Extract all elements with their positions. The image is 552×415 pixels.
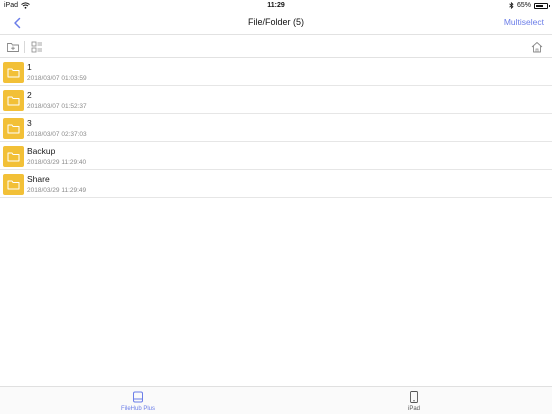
tablet-icon	[410, 391, 418, 403]
file-modified-date: 2018/03/07 01:03:59	[27, 75, 87, 82]
bluetooth-icon	[509, 2, 514, 9]
new-folder-icon[interactable]	[6, 40, 20, 54]
tab-label: FileHub Plus	[120, 406, 155, 412]
file-name: 2	[27, 90, 32, 100]
page-title: File/Folder (5)	[247, 17, 304, 27]
file-modified-date: 2018/03/07 02:37:03	[27, 131, 87, 138]
clock: 11:29	[267, 2, 285, 9]
file-modified-date: 2018/03/07 01:52:37	[27, 103, 87, 110]
file-row[interactable]: Backup 2018/03/29 11:29:40	[0, 142, 552, 170]
file-row[interactable]: 2 2018/03/07 01:52:37	[0, 86, 552, 114]
battery-fill	[536, 4, 543, 7]
folder-icon	[3, 118, 24, 139]
file-row[interactable]: 3 2018/03/07 02:37:03	[0, 114, 552, 142]
toolbar-divider	[24, 41, 25, 53]
tab-bar: FileHub Plus iPad	[0, 386, 552, 414]
folder-icon	[3, 174, 24, 195]
status-bar: iPad 11:29 65%	[0, 0, 552, 12]
home-icon[interactable]	[530, 40, 544, 54]
tab-label: iPad	[407, 406, 420, 412]
file-name: Share	[27, 174, 50, 184]
battery-icon	[534, 2, 550, 9]
file-row[interactable]: 1 2018/03/07 01:03:59	[0, 58, 552, 86]
drive-icon	[133, 391, 143, 403]
file-list: 1 2018/03/07 01:03:59 2 2018/03/07 01:52:37…	[0, 58, 552, 198]
tab-ipad[interactable]: iPad	[374, 387, 454, 415]
file-name: Backup	[27, 146, 56, 156]
file-name: 3	[27, 118, 32, 128]
tab-filehub-plus[interactable]: FileHub Plus	[98, 387, 178, 415]
navigation-bar: File/Folder (5) Multiselect	[0, 12, 552, 35]
multiselect-button[interactable]: Multiselect	[504, 17, 544, 27]
battery-percent: 65%	[516, 2, 531, 9]
folder-icon	[3, 146, 24, 167]
folder-icon	[3, 62, 24, 83]
file-name: 1	[27, 62, 32, 72]
toolbar	[0, 36, 552, 58]
file-modified-date: 2018/03/29 11:29:49	[27, 187, 87, 194]
list-view-icon[interactable]	[30, 40, 44, 54]
file-modified-date: 2018/03/29 11:29:40	[27, 159, 87, 166]
status-right: 65%	[509, 2, 550, 9]
file-row[interactable]: Share 2018/03/29 11:29:49	[0, 170, 552, 198]
folder-icon	[3, 90, 24, 111]
